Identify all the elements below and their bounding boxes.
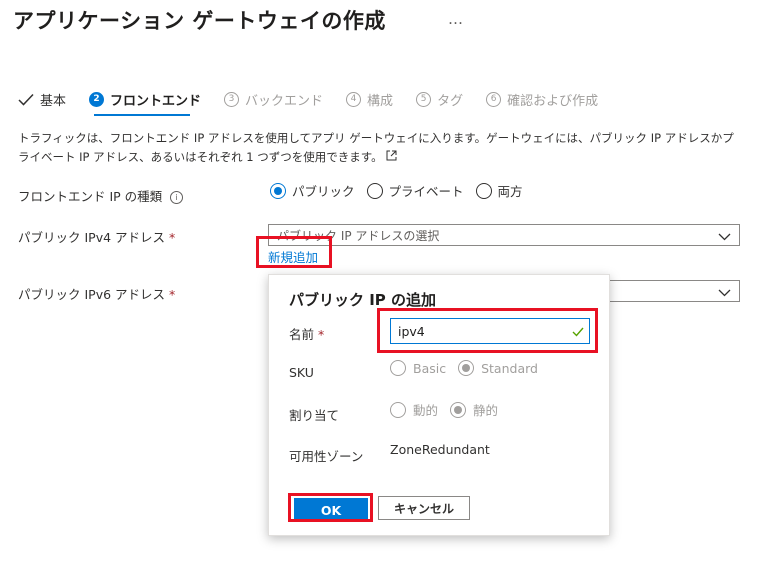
sku-radio-group: Basic Standard bbox=[390, 360, 550, 376]
description: トラフィックは、フロントエンド IP アドレスを使用してアプリ ゲートウェイに入… bbox=[18, 129, 743, 167]
wizard-steps: 基本 2 フロントエンド 3 バックエンド 4 構成 5 タグ 6 確認および作… bbox=[18, 89, 621, 109]
ipv4-dropdown[interactable]: パブリック IP アドレスの選択 bbox=[268, 224, 740, 246]
ipv4-label: パブリック IPv4 アドレス * bbox=[18, 227, 175, 246]
chevron-down-icon bbox=[718, 286, 731, 300]
radio-dynamic[interactable]: 動的 bbox=[390, 400, 438, 419]
dialog-title: パブリック IP の追加 bbox=[289, 291, 437, 309]
cancel-button[interactable]: キャンセル bbox=[378, 496, 470, 520]
step-number: 3 bbox=[224, 91, 240, 107]
radio-label: Basic bbox=[413, 360, 447, 376]
assignment-radio-group: 動的 静的 bbox=[390, 400, 510, 419]
radio-button[interactable] bbox=[390, 360, 406, 376]
step-label: バックエンド bbox=[245, 93, 324, 109]
step-review-create[interactable]: 6 確認および作成 bbox=[486, 90, 598, 109]
ip-type-label-text: フロントエンド IP の種類 bbox=[18, 189, 163, 204]
ipv4-label-text: パブリック IPv4 アドレス bbox=[18, 230, 166, 245]
radio-private[interactable]: プライベート bbox=[366, 181, 464, 200]
info-icon[interactable]: i bbox=[170, 191, 184, 204]
step-frontend[interactable]: 2 フロントエンド bbox=[89, 90, 201, 109]
checkmark-icon bbox=[18, 93, 34, 106]
ip-type-radio-group: パブリック プライベート 両方 bbox=[270, 181, 535, 200]
external-link-icon[interactable] bbox=[386, 148, 397, 167]
radio-label: プライベート bbox=[388, 184, 464, 199]
chevron-down-icon bbox=[718, 230, 731, 244]
step-configuration[interactable]: 4 構成 bbox=[346, 90, 393, 109]
assignment-label: 割り当て bbox=[289, 408, 340, 423]
add-new-link[interactable]: 新規追加 bbox=[268, 247, 318, 266]
name-label-text: 名前 bbox=[289, 327, 315, 342]
step-label: 基本 bbox=[40, 93, 67, 109]
required-mark: * bbox=[169, 287, 176, 302]
active-step-underline bbox=[94, 114, 190, 116]
radio-both[interactable]: 両方 bbox=[475, 181, 523, 200]
ok-button-highlight bbox=[288, 493, 373, 522]
step-label: タグ bbox=[437, 93, 464, 109]
radio-label: Standard bbox=[481, 360, 538, 376]
radio-button[interactable] bbox=[366, 182, 383, 199]
availability-zone-label: 可用性ゾーン bbox=[289, 449, 364, 464]
radio-label: 静的 bbox=[473, 403, 499, 418]
step-number: 6 bbox=[486, 91, 502, 107]
ipv6-label-text: パブリック IPv6 アドレス bbox=[18, 287, 166, 302]
step-label: 構成 bbox=[367, 93, 394, 109]
step-tags[interactable]: 5 タグ bbox=[416, 90, 463, 109]
name-label: 名前 * bbox=[289, 324, 324, 343]
required-mark: * bbox=[318, 327, 325, 342]
step-backend[interactable]: 3 バックエンド bbox=[224, 90, 323, 109]
name-input-highlight bbox=[377, 308, 598, 353]
radio-button[interactable] bbox=[270, 182, 286, 199]
page-title: アプリケーション ゲートウェイの作成 bbox=[13, 9, 386, 33]
step-label: フロントエンド bbox=[110, 93, 202, 109]
radio-static[interactable]: 静的 bbox=[450, 400, 498, 419]
radio-button[interactable] bbox=[475, 182, 492, 199]
radio-label: パブリック bbox=[292, 184, 355, 199]
radio-sku-standard[interactable]: Standard bbox=[458, 360, 538, 376]
radio-button[interactable] bbox=[458, 360, 475, 376]
step-number: 4 bbox=[346, 91, 362, 107]
radio-button[interactable] bbox=[450, 401, 467, 418]
radio-sku-basic[interactable]: Basic bbox=[390, 360, 446, 376]
sku-label: SKU bbox=[289, 365, 314, 380]
step-number: 5 bbox=[416, 91, 432, 107]
availability-zone-value: ZoneRedundant bbox=[390, 442, 490, 457]
radio-label: 両方 bbox=[497, 184, 523, 199]
required-mark: * bbox=[169, 230, 176, 245]
description-text: トラフィックは、フロントエンド IP アドレスを使用してアプリ ゲートウェイに入… bbox=[18, 131, 734, 164]
radio-label: 動的 bbox=[413, 403, 439, 418]
radio-button[interactable] bbox=[390, 401, 406, 418]
step-label: 確認および作成 bbox=[507, 93, 599, 109]
ipv6-label: パブリック IPv6 アドレス * bbox=[18, 284, 175, 303]
ip-type-label: フロントエンド IP の種類 i bbox=[18, 186, 184, 205]
more-options-icon[interactable]: … bbox=[448, 10, 463, 28]
step-number: 2 bbox=[89, 91, 105, 107]
step-basics[interactable]: 基本 bbox=[18, 90, 66, 109]
radio-public[interactable]: パブリック bbox=[270, 181, 355, 200]
